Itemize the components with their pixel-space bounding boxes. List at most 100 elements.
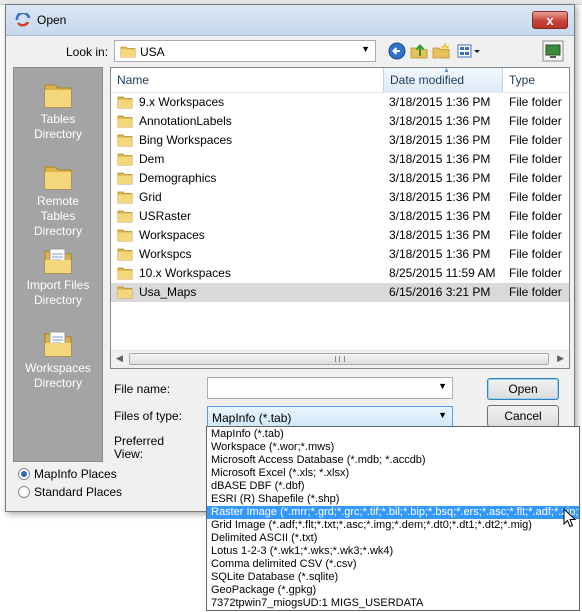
file-name: Bing Workspaces: [139, 133, 233, 147]
filetype-options-list[interactable]: MapInfo (*.tab) Workspace (*.wor;*.mws) Mi…: [206, 426, 580, 611]
mapinfo-app-icon: [15, 13, 31, 27]
column-header-name[interactable]: Name: [111, 68, 383, 92]
file-name-cell: Workspaces: [117, 226, 387, 245]
file-row[interactable]: Workspaces 3/18/2015 1:36 PM File folder: [111, 226, 569, 245]
lookin-label: Look in:: [66, 45, 109, 59]
filetype-option[interactable]: SQLite Database (*.sqlite): [207, 571, 579, 584]
filetype-label: Files of type:: [114, 409, 183, 423]
back-icon[interactable]: [387, 41, 407, 61]
file-row[interactable]: Usa_Maps 6/15/2016 3:21 PM File folder: [111, 283, 569, 302]
filetype-option[interactable]: Lotus 1-2-3 (*.wk1;*.wks;*.wk3;*.wk4): [207, 545, 579, 558]
file-name: Dem: [139, 152, 165, 166]
grip-icon: [335, 356, 345, 362]
file-name: Workspaces: [139, 228, 205, 242]
file-type: File folder: [509, 152, 562, 166]
folder-icon: [117, 248, 133, 261]
filetype-option[interactable]: MapInfo (*.tab): [207, 428, 579, 441]
preferred-view-line: View:: [114, 447, 144, 461]
preferred-view-line: Preferred: [114, 434, 165, 448]
places-bar: Tables Directory Remote Tables Directory…: [13, 67, 103, 462]
sort-ascending-icon: ▲: [443, 67, 450, 74]
chevron-down-icon[interactable]: ▼: [438, 410, 447, 420]
place-remote-tables-directory[interactable]: Remote Tables Directory: [14, 162, 102, 239]
file-name: Usa_Maps: [139, 285, 197, 299]
column-header-type[interactable]: Type: [503, 68, 569, 92]
radio-label: MapInfo Places: [34, 467, 117, 481]
chevron-down-icon[interactable]: ▼: [438, 381, 447, 391]
file-name: 9.x Workspaces: [139, 95, 225, 109]
radio-unchecked-icon[interactable]: [18, 486, 30, 498]
file-date: 3/18/2015 1:36 PM: [389, 114, 491, 128]
file-name-cell: Dem: [117, 150, 387, 169]
filetype-value: MapInfo (*.tab): [212, 411, 292, 425]
place-label-line: Directory: [33, 376, 82, 390]
file-name: Grid: [139, 190, 162, 204]
up-folder-icon[interactable]: [409, 41, 429, 61]
file-row[interactable]: AnnotationLabels 3/18/2015 1:36 PM File fo…: [111, 112, 569, 131]
lookin-value: USA: [140, 45, 165, 59]
place-tables-directory[interactable]: Tables Directory: [14, 80, 102, 142]
file-row[interactable]: 10.x Workspaces 8/25/2015 11:59 AM File fo…: [111, 264, 569, 283]
filename-label: File name:: [114, 382, 171, 396]
place-import-files-directory[interactable]: Import Files Directory: [14, 246, 102, 308]
column-header-row: Name ▲ Date modified Type: [111, 68, 569, 93]
file-row[interactable]: Demographics 3/18/2015 1:36 PM File folder: [111, 169, 569, 188]
file-date: 3/18/2015 1:36 PM: [389, 209, 491, 223]
place-workspaces-directory[interactable]: Workspaces Directory: [14, 329, 102, 391]
file-list[interactable]: Name ▲ Date modified Type 9.x Workspaces…: [110, 67, 570, 369]
horizontal-scrollbar[interactable]: ◀ ▶: [111, 350, 569, 368]
chevron-down-icon: ▼: [361, 44, 370, 54]
filename-input[interactable]: ▼: [207, 377, 453, 399]
file-name-cell: AnnotationLabels: [117, 112, 387, 131]
view-menu-icon[interactable]: [455, 41, 483, 61]
scrollbar-thumb[interactable]: [129, 353, 549, 365]
scroll-right-icon[interactable]: ▶: [557, 353, 564, 364]
file-date: 3/18/2015 1:36 PM: [389, 152, 491, 166]
lookin-dropdown[interactable]: USA ▼: [114, 40, 376, 62]
close-button[interactable]: x: [532, 11, 568, 29]
file-date: 3/18/2015 1:36 PM: [389, 190, 491, 204]
filetype-option[interactable]: 7372tpwin7_miogsUD:1 MIGS_USERDATA: [207, 597, 579, 610]
column-header-date[interactable]: ▲ Date modified: [383, 68, 503, 92]
file-row[interactable]: Grid 3/18/2015 1:36 PM File folder: [111, 188, 569, 207]
file-row[interactable]: Bing Workspaces 3/18/2015 1:36 PM File fol…: [111, 131, 569, 150]
filetype-option[interactable]: Delimited ASCII (*.txt): [207, 532, 579, 545]
file-name-cell: Bing Workspaces: [117, 131, 387, 150]
file-name-cell: Workspcs: [117, 245, 387, 264]
file-row[interactable]: USRaster 3/18/2015 1:36 PM File folder: [111, 207, 569, 226]
folder-icon: [117, 96, 133, 109]
file-row[interactable]: Workspcs 3/18/2015 1:36 PM File folder: [111, 245, 569, 264]
open-button[interactable]: Open: [487, 378, 559, 400]
folder-icon: [120, 46, 136, 58]
file-date: 3/18/2015 1:36 PM: [389, 95, 491, 109]
file-date: 3/18/2015 1:36 PM: [389, 247, 491, 261]
new-folder-icon[interactable]: [431, 41, 451, 61]
cancel-button[interactable]: Cancel: [487, 405, 559, 427]
preferred-view-label: Preferred View:: [114, 435, 164, 461]
radio-label: Standard Places: [34, 485, 123, 499]
filetype-option[interactable]: dBASE DBF (*.dbf): [207, 480, 579, 493]
file-type: File folder: [509, 266, 562, 280]
filetype-option[interactable]: Workspace (*.wor;*.mws): [207, 441, 579, 454]
document-folder-icon: [44, 331, 72, 357]
desktop-icon[interactable]: [542, 40, 564, 62]
scroll-left-icon[interactable]: ◀: [116, 353, 123, 364]
filetype-dropdown[interactable]: MapInfo (*.tab) ▼: [207, 406, 453, 428]
file-row[interactable]: Dem 3/18/2015 1:36 PM File folder: [111, 150, 569, 169]
file-date: 8/25/2015 11:59 AM: [389, 266, 496, 280]
file-row[interactable]: 9.x Workspaces 3/18/2015 1:36 PM File fold…: [111, 93, 569, 112]
file-name-cell: Demographics: [117, 169, 387, 188]
filetype-option[interactable]: ESRI (R) Shapefile (*.shp): [207, 493, 579, 506]
filetype-option[interactable]: Grid Image (*.adf;*.flt;*.txt;*.asc;*.im…: [207, 519, 579, 532]
radio-checked-icon[interactable]: [18, 468, 30, 480]
title-bar[interactable]: Open x: [6, 5, 574, 36]
filetype-option[interactable]: Comma delimited CSV (*.csv): [207, 558, 579, 571]
filetype-option[interactable]: Microsoft Excel (*.xls; *.xlsx): [207, 467, 579, 480]
filetype-option[interactable]: Raster Image (*.mrr;*.grd;*.grc;*.tif;*.…: [207, 506, 579, 519]
file-type: File folder: [509, 228, 562, 242]
filetype-option[interactable]: GeoPackage (*.gpkg): [207, 584, 579, 597]
place-label-line: Remote: [36, 194, 80, 208]
file-name: Workspcs: [139, 247, 192, 261]
filetype-option[interactable]: Microsoft Access Database (*.mdb; *.accd…: [207, 454, 579, 467]
place-label-line: Directory: [33, 224, 82, 238]
